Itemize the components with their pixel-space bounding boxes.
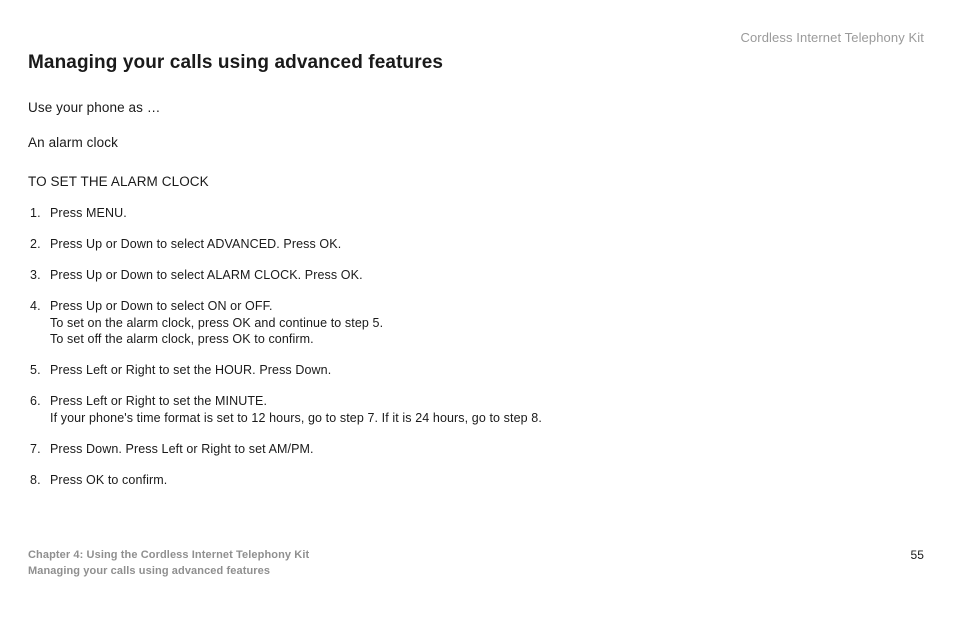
step-extra: If your phone's time format is set to 12… [50,410,924,427]
procedure-steps: Press MENU. Press Up or Down to select A… [28,205,924,489]
list-item: Press Down. Press Left or Right to set A… [50,441,924,458]
list-item: Press Left or Right to set the MINUTE. I… [50,393,924,427]
step-text: Press Left or Right to set the HOUR. Pre… [50,363,331,377]
step-text: Press Up or Down to select ALARM CLOCK. … [50,268,363,282]
list-item: Press Up or Down to select ALARM CLOCK. … [50,267,924,284]
page-title: Managing your calls using advanced featu… [28,52,924,74]
list-item: Press Up or Down to select ON or OFF. To… [50,298,924,349]
list-item: Press MENU. [50,205,924,222]
step-text: Press Down. Press Left or Right to set A… [50,442,314,456]
list-item: Press Left or Right to set the HOUR. Pre… [50,362,924,379]
page-container: Cordless Internet Telephony Kit Managing… [0,0,954,618]
page-footer: Chapter 4: Using the Cordless Internet T… [28,548,924,580]
footer-page-number: 55 [910,548,924,562]
step-text: Press Up or Down to select ADVANCED. Pre… [50,237,341,251]
step-text: Press OK to confirm. [50,473,167,487]
list-item: Press OK to confirm. [50,472,924,489]
procedure-heading: TO SET THE ALARM CLOCK [28,174,924,189]
step-text: Press Left or Right to set the MINUTE. [50,394,267,408]
step-extra: To set on the alarm clock, press OK and … [50,315,924,332]
footer-chapter-line: Chapter 4: Using the Cordless Internet T… [28,548,309,564]
step-text: Press Up or Down to select ON or OFF. [50,299,273,313]
footer-section-line: Managing your calls using advanced featu… [28,564,309,580]
footer-left: Chapter 4: Using the Cordless Internet T… [28,548,309,580]
subtitle-intro: Use your phone as … [28,100,924,115]
section-name: An alarm clock [28,135,924,150]
step-extra: To set off the alarm clock, press OK to … [50,331,924,348]
list-item: Press Up or Down to select ADVANCED. Pre… [50,236,924,253]
running-head: Cordless Internet Telephony Kit [740,30,924,45]
step-text: Press MENU. [50,206,127,220]
